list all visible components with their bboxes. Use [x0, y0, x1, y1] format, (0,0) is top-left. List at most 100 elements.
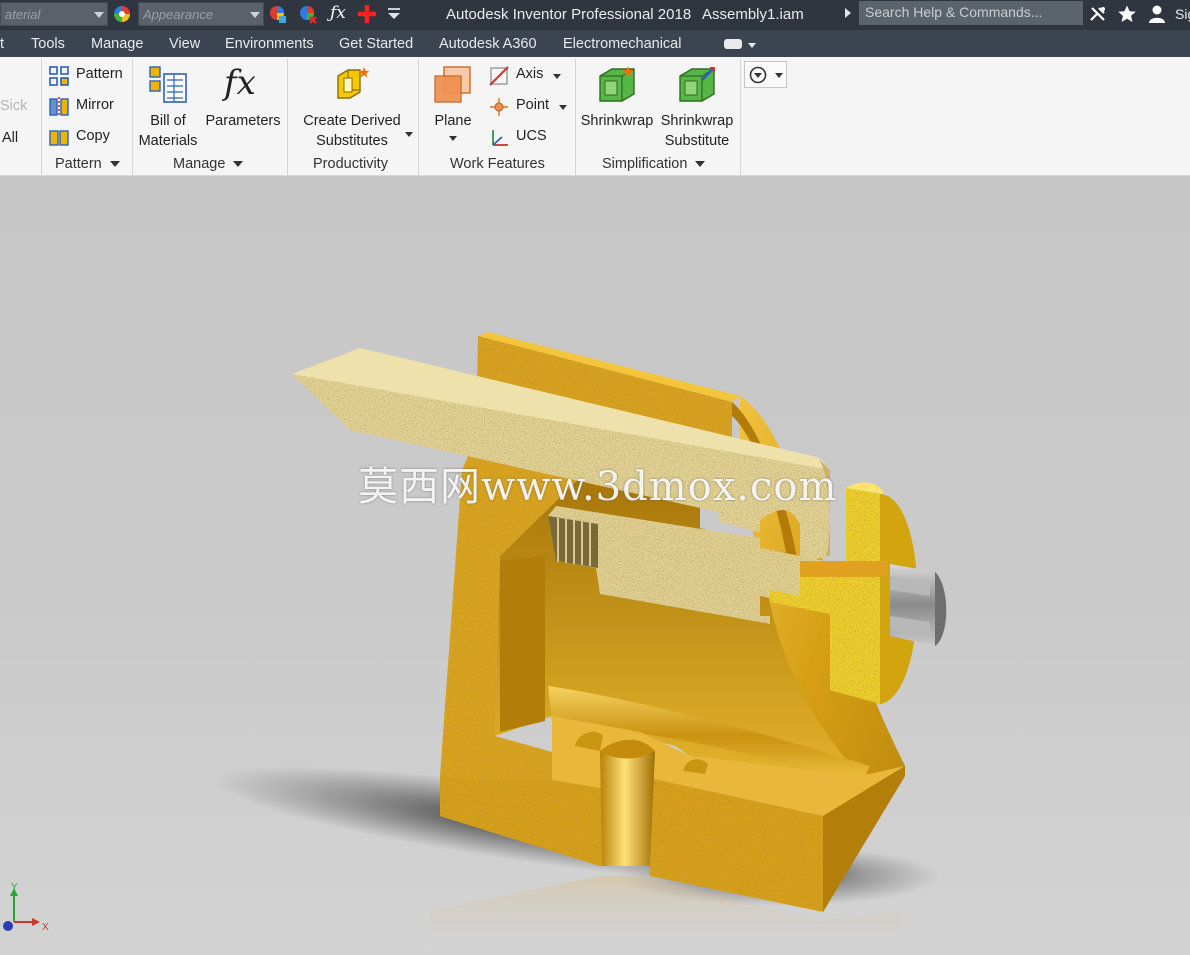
simplification-panel-title[interactable]: Simplification — [602, 156, 706, 172]
bom-label-line1: Bill of — [150, 113, 186, 129]
pattern-icon — [49, 66, 69, 86]
user-icon[interactable] — [1147, 4, 1167, 24]
axis-label: Axis — [516, 66, 544, 82]
ucs-button[interactable]: UCS — [488, 126, 568, 150]
chevron-down-icon — [449, 136, 457, 141]
bom-label-line2: Materials — [138, 133, 198, 149]
pattern-panel-title-text: Pattern — [55, 156, 102, 172]
mirror-button[interactable]: Mirror — [48, 95, 132, 119]
panel-divider — [418, 59, 419, 175]
copy-label: Copy — [76, 128, 110, 144]
chevron-down-icon — [94, 12, 104, 18]
shrinkwrap-label: Shrinkwrap — [580, 113, 654, 129]
chevron-down-icon — [553, 74, 561, 79]
shrinkwrap-substitute-button[interactable]: Shrinkwrap Substitute — [657, 61, 737, 153]
document-title: Assembly1.iam — [702, 6, 804, 23]
chevron-down-icon[interactable] — [748, 43, 756, 48]
pattern-label: Pattern — [76, 66, 123, 82]
bill-of-materials-icon — [149, 66, 187, 103]
parameters-label: Parameters — [205, 113, 281, 129]
plane-button[interactable]: Plane — [426, 61, 480, 153]
ucs-icon — [492, 130, 508, 146]
chevron-down-icon — [775, 73, 783, 78]
panel-divider — [41, 59, 42, 175]
circle-chevron-down-icon — [749, 66, 767, 84]
copy-button[interactable]: Copy — [48, 126, 132, 150]
axis-button[interactable]: Axis — [488, 64, 568, 88]
copy-icon — [49, 130, 69, 146]
triad-x-label: X — [42, 922, 49, 933]
derived-label-line2: Substitutes — [316, 133, 388, 149]
panel-divider — [132, 59, 133, 175]
fx-icon[interactable]: ƒx — [330, 3, 346, 23]
material-dropdown[interactable]: aterial — [0, 2, 108, 26]
mirror-label: Mirror — [76, 97, 114, 113]
pattern-panel-title[interactable]: Pattern — [55, 156, 120, 172]
tab-view[interactable]: View — [169, 36, 200, 52]
chevron-down-icon — [405, 132, 413, 137]
point-label: Point — [516, 97, 550, 113]
chevron-down-icon — [559, 105, 567, 110]
chevron-down-icon — [233, 161, 244, 168]
tab-environments[interactable]: Environments — [225, 36, 314, 52]
parameters-fx-icon: fx — [224, 63, 256, 103]
caret-right-icon[interactable] — [845, 8, 851, 18]
graphics-viewport[interactable]: 莫西网www.3dmox.com Y X — [0, 176, 1190, 955]
tab-electromechanical[interactable]: Electromechanical — [563, 36, 681, 52]
appearance-dropdown[interactable]: Appearance — [138, 2, 264, 26]
shrinkwrap-icon — [599, 66, 635, 102]
clear-appearance-icon[interactable] — [298, 4, 318, 24]
add-icon[interactable] — [357, 4, 377, 24]
chevron-down-icon — [250, 12, 260, 18]
customize-dropdown-icon[interactable] — [384, 4, 404, 24]
shrinkwrap-substitute-line2: Substitute — [664, 133, 730, 149]
adjust-appearance-icon[interactable] — [268, 4, 288, 24]
cut-ribbon-item[interactable]: All — [2, 128, 18, 148]
pattern-button[interactable]: Pattern — [48, 64, 132, 88]
shrinkwrap-button[interactable]: Shrinkwrap — [578, 61, 656, 153]
parameters-button[interactable]: fx Parameters — [204, 61, 282, 153]
star-icon[interactable] — [1117, 4, 1137, 24]
ucs-label: UCS — [516, 128, 547, 144]
manage-panel-title[interactable]: Manage — [173, 156, 244, 172]
triad-y-label: Y — [11, 882, 18, 893]
derived-substitute-icon — [337, 67, 370, 99]
appearance-sphere-icon[interactable] — [112, 4, 132, 24]
manage-panel-title-text: Manage — [173, 156, 226, 172]
panel-divider — [287, 59, 288, 175]
app-title: Autodesk Inventor Professional 2018 — [446, 6, 692, 23]
tab-cut[interactable]: t — [0, 36, 4, 52]
ribbon-display-icon[interactable] — [724, 39, 742, 49]
watermark-text: 莫西网www.3dmox.com — [358, 464, 838, 510]
tab-tools[interactable]: Tools — [31, 36, 65, 52]
work-features-panel-title: Work Features — [450, 156, 545, 172]
chevron-down-icon — [695, 161, 706, 168]
material-placeholder: aterial — [5, 7, 41, 22]
sign-in-link[interactable]: Sig — [1175, 6, 1190, 22]
satellite-icon[interactable] — [1088, 4, 1108, 24]
productivity-panel-title: Productivity — [313, 156, 388, 172]
search-input[interactable]: Search Help & Commands... — [859, 1, 1083, 25]
ribbon-tab-bar: t Tools Manage View Environments Get Sta… — [0, 30, 1190, 57]
plane-icon — [434, 66, 471, 103]
title-bar: aterial Appearance ƒx Autodesk Inventor … — [0, 0, 1190, 30]
shrinkwrap-substitute-line1: Shrinkwrap — [660, 113, 734, 129]
simplification-panel-title-text: Simplification — [602, 156, 688, 172]
ribbon-overflow-button[interactable] — [744, 61, 787, 88]
tab-get-started[interactable]: Get Started — [339, 36, 413, 52]
mirror-icon — [49, 97, 69, 117]
plane-label: Plane — [434, 113, 472, 129]
tab-manage[interactable]: Manage — [91, 36, 143, 52]
panel-divider — [740, 59, 741, 175]
panel-divider — [575, 59, 576, 175]
chevron-down-icon — [109, 161, 120, 168]
create-derived-substitutes-button[interactable]: Create Derived Substitutes — [296, 61, 414, 153]
tab-autodesk-a360[interactable]: Autodesk A360 — [439, 36, 537, 52]
axis-icon — [489, 66, 509, 86]
appearance-placeholder: Appearance — [143, 7, 214, 22]
point-button[interactable]: Point — [488, 95, 568, 119]
shrinkwrap-substitute-icon — [679, 67, 715, 102]
assembly-model[interactable] — [0, 176, 1190, 955]
bill-of-materials-button[interactable]: Bill of Materials — [135, 61, 201, 153]
point-icon — [490, 98, 508, 116]
